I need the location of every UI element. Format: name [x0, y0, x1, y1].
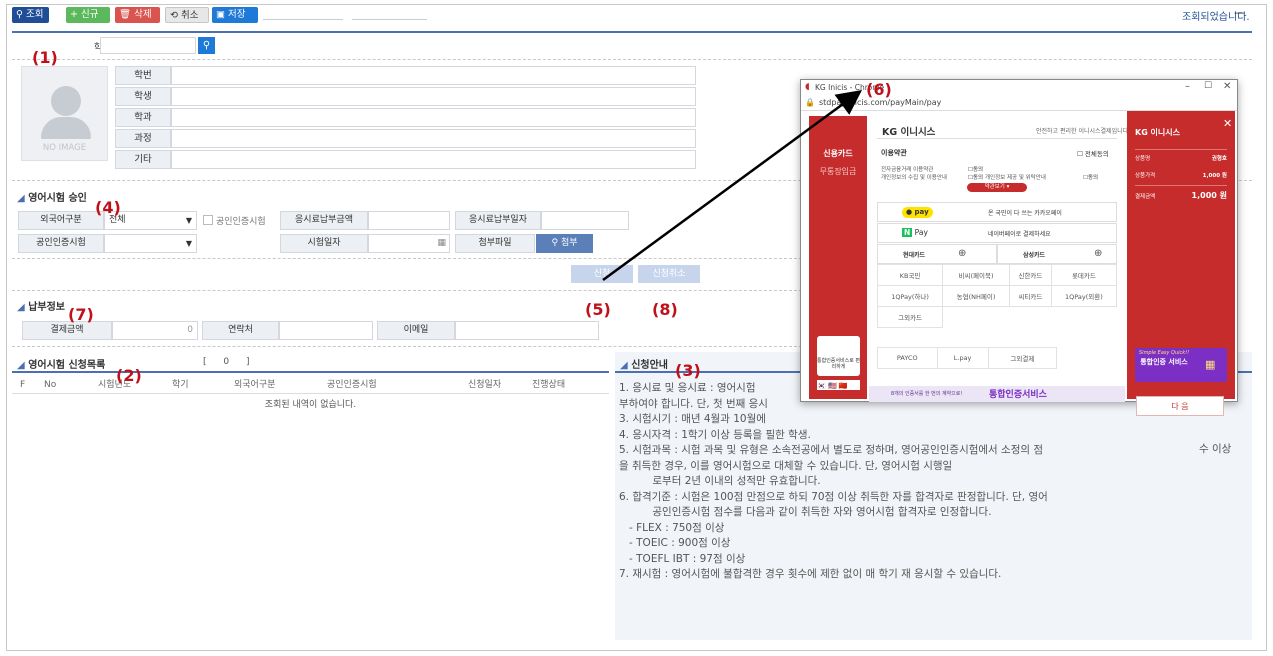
annotation-arrow — [602, 90, 863, 282]
annotation-6: (6) — [866, 80, 892, 99]
